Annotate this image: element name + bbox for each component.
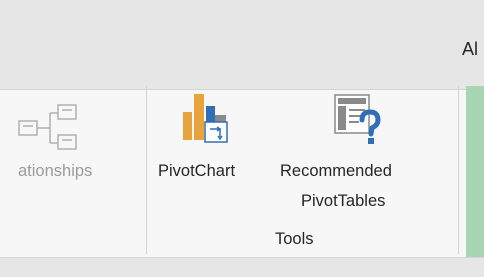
recommended-label-line2: PivotTables (301, 192, 386, 210)
ribbon-tab-bar: Al (0, 0, 484, 90)
relationships-label: ationships (18, 162, 93, 180)
recommended-label-line1: Recommended (280, 162, 392, 180)
recommended-pivottables-icon (334, 94, 381, 144)
group-separator-left (146, 86, 147, 254)
group-label-tools: Tools (275, 230, 314, 248)
pivotchart-label: PivotChart (158, 162, 236, 180)
group-separator-right (458, 86, 459, 254)
tab-partial-label[interactable]: Al (462, 39, 478, 60)
pivotchart-icon (183, 94, 228, 143)
next-group-green-region[interactable] (466, 86, 484, 258)
ribbon-bottom-strip (0, 257, 484, 277)
relationships-icon (18, 104, 77, 150)
excel-ribbon-screenshot: Al ationships PivotChart Recommended Piv… (0, 0, 484, 277)
